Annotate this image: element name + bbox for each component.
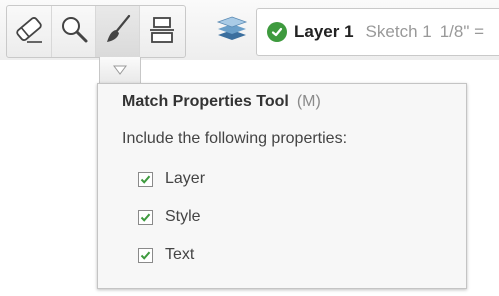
toolbar: Layer 1 Sketch 1 1/8" = xyxy=(0,0,499,60)
eraser-tool-button[interactable] xyxy=(7,6,51,57)
flyout-toggle[interactable] xyxy=(99,57,141,86)
layer-checkbox[interactable] xyxy=(138,171,153,187)
zoom-icon xyxy=(59,14,89,49)
eraser-icon xyxy=(13,13,45,50)
option-layer[interactable]: Layer xyxy=(138,170,205,188)
checkmark-icon xyxy=(140,213,151,222)
zoom-tool-button[interactable] xyxy=(51,6,96,57)
option-style[interactable]: Style xyxy=(138,208,201,226)
layer-selector[interactable]: Layer 1 Sketch 1 1/8" = xyxy=(256,8,499,56)
match-properties-tool-button[interactable] xyxy=(95,6,140,57)
drawing-scale: 1/8" = xyxy=(439,22,485,41)
tool-name: Match Properties Tool xyxy=(122,93,289,110)
option-label: Text xyxy=(165,246,195,263)
checkmark-icon xyxy=(140,175,151,184)
tool-tooltip: Match Properties Tool (M) Include the fol… xyxy=(97,83,467,289)
checkmark-icon xyxy=(140,251,151,260)
style-checkbox[interactable] xyxy=(138,209,153,225)
sketch-name: Sketch 1 xyxy=(365,22,432,41)
option-label: Style xyxy=(165,208,201,225)
tooltip-description: Include the following properties: xyxy=(122,130,348,147)
align-icon xyxy=(148,13,176,50)
triangle-down-icon xyxy=(113,62,127,80)
tool-group xyxy=(6,5,186,58)
paintbrush-icon xyxy=(103,13,133,50)
text-checkbox[interactable] xyxy=(138,247,153,263)
option-label: Layer xyxy=(165,170,206,187)
check-circle-icon xyxy=(267,22,287,42)
option-text[interactable]: Text xyxy=(138,246,194,264)
layer-name: Layer 1 xyxy=(294,22,354,41)
align-tool-button[interactable] xyxy=(139,6,184,57)
tooltip-title: Match Properties Tool (M) xyxy=(122,93,321,111)
layers-button[interactable] xyxy=(212,12,252,48)
layers-stack-icon xyxy=(216,13,248,48)
shortcut-key: (M) xyxy=(296,93,321,110)
